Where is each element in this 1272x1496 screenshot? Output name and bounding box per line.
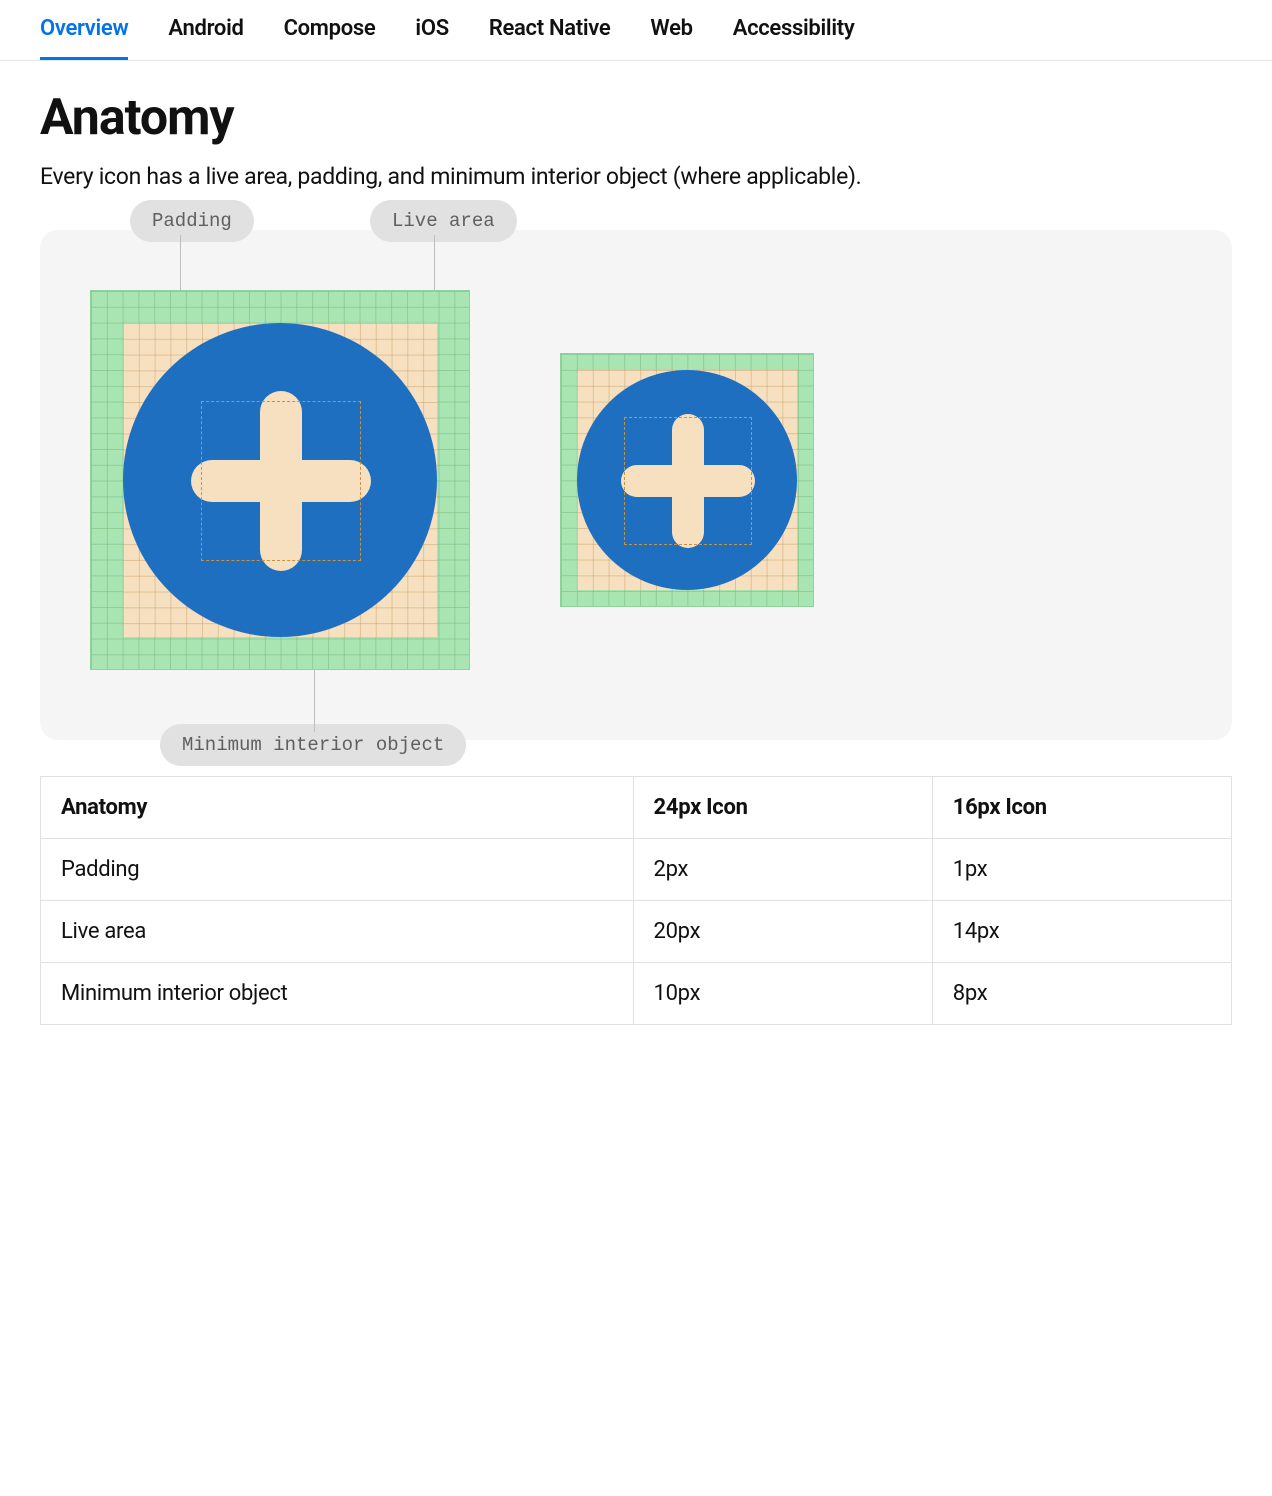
tab-web[interactable]: Web — [650, 0, 692, 60]
table-row: Padding 2px 1px — [41, 839, 1232, 901]
table-cell: 20px — [633, 901, 932, 963]
tab-react-native[interactable]: React Native — [489, 0, 611, 60]
icon-24-wrapper: Padding Live area Minimum interior objec… — [90, 290, 470, 670]
tab-compose[interactable]: Compose — [284, 0, 376, 60]
table-header: 24px Icon — [633, 777, 932, 839]
tab-ios[interactable]: iOS — [415, 0, 448, 60]
tabs-nav: Overview Android Compose iOS React Nativ… — [0, 0, 1272, 61]
table-cell: Padding — [41, 839, 634, 901]
table-row: Live area 20px 14px — [41, 901, 1232, 963]
icon-16-wrapper — [560, 353, 814, 607]
table-cell: Live area — [41, 901, 634, 963]
page-title: Anatomy — [40, 89, 1232, 147]
label-padding: Padding — [130, 200, 254, 242]
label-live-area: Live area — [370, 200, 517, 242]
table-cell: 1px — [932, 839, 1231, 901]
table-cell: 8px — [932, 963, 1231, 1025]
tab-android[interactable]: Android — [168, 0, 243, 60]
table-row: Minimum interior object 10px 8px — [41, 963, 1232, 1025]
table-header: 16px Icon — [932, 777, 1231, 839]
interior-object-outline — [624, 417, 752, 545]
icon-16px — [560, 353, 814, 607]
table-cell: Minimum interior object — [41, 963, 634, 1025]
tab-overview[interactable]: Overview — [40, 0, 128, 60]
table-header: Anatomy — [41, 777, 634, 839]
icon-24px — [90, 290, 470, 670]
tab-accessibility[interactable]: Accessibility — [733, 0, 855, 60]
table-cell: 10px — [633, 963, 932, 1025]
anatomy-diagram: Padding Live area Minimum interior objec… — [40, 230, 1232, 740]
table-cell: 2px — [633, 839, 932, 901]
lead-text: Every icon has a live area, padding, and… — [40, 163, 1232, 190]
interior-object-outline — [201, 401, 361, 561]
anatomy-table: Anatomy 24px Icon 16px Icon Padding 2px … — [40, 776, 1232, 1025]
table-cell: 14px — [932, 901, 1231, 963]
